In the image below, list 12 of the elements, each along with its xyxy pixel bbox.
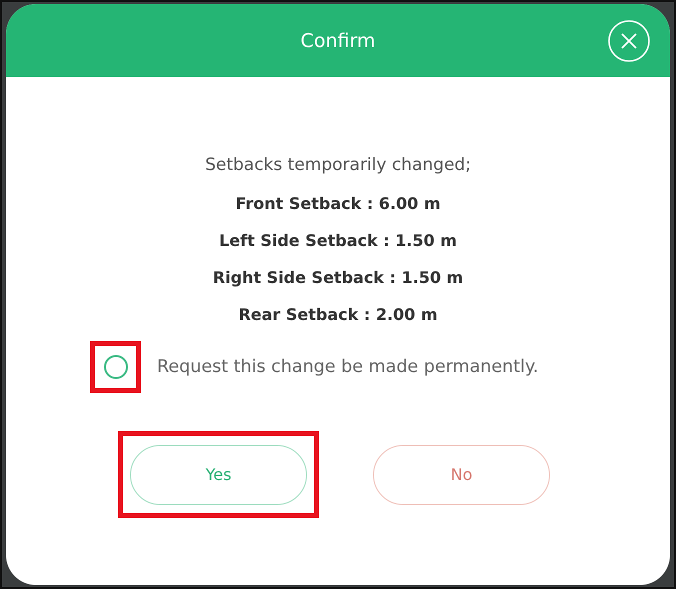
radio-button[interactable]	[104, 355, 128, 379]
setback-value: Front Setback : 6.00 m	[235, 193, 441, 215]
close-button[interactable]	[608, 20, 650, 62]
message-text: Setbacks temporarily changed;	[205, 155, 471, 177]
dialog-title: Confirm	[300, 30, 376, 52]
no-button[interactable]: No	[373, 444, 550, 504]
setback-value: Left Side Setback : 1.50 m	[219, 230, 457, 252]
yes-button[interactable]: Yes	[130, 444, 307, 504]
close-icon	[608, 20, 650, 62]
setback-value: Rear Setback : 2.00 m	[238, 304, 438, 326]
setback-value: Right Side Setback : 1.50 m	[212, 267, 464, 289]
option-label: Request this change be made permanently.	[157, 357, 538, 377]
